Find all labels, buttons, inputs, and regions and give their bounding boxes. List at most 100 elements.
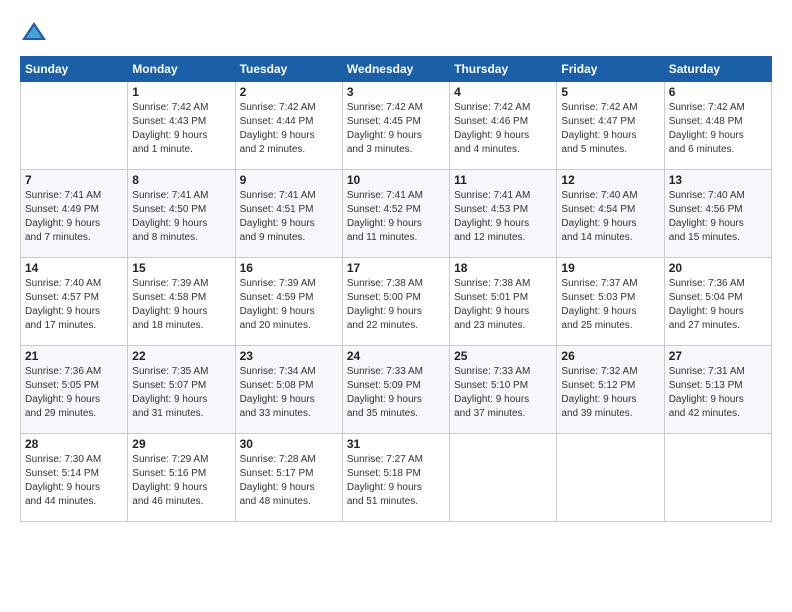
- day-info: Sunrise: 7:32 AM Sunset: 5:12 PM Dayligh…: [561, 365, 659, 421]
- day-number: 23: [240, 349, 338, 363]
- col-header-saturday: Saturday: [664, 57, 771, 82]
- day-info: Sunrise: 7:34 AM Sunset: 5:08 PM Dayligh…: [240, 365, 338, 421]
- calendar-cell: 31 Sunrise: 7:27 AM Sunset: 5:18 PM Dayli…: [342, 434, 449, 522]
- calendar-cell: 21Sunrise: 7:36 AM Sunset: 5:05 PM Dayli…: [21, 346, 128, 434]
- calendar-cell: 22 Sunrise: 7:35 AM Sunset: 5:07 PM Dayli…: [128, 346, 235, 434]
- day-number: 27: [669, 349, 767, 363]
- calendar-cell: 6 Sunrise: 7:42 AM Sunset: 4:48 PM Daylig…: [664, 82, 771, 170]
- day-info: Sunrise: 7:30 AM Sunset: 5:14 PM Dayligh…: [25, 453, 123, 509]
- calendar-cell: 20 Sunrise: 7:36 AM Sunset: 5:04 PM Dayli…: [664, 258, 771, 346]
- calendar-cell: 10 Sunrise: 7:41 AM Sunset: 4:52 PM Dayli…: [342, 170, 449, 258]
- day-info: Sunrise: 7:41 AM Sunset: 4:49 PM Dayligh…: [25, 189, 123, 245]
- day-number: 3: [347, 85, 445, 99]
- day-info: Sunrise: 7:38 AM Sunset: 5:01 PM Dayligh…: [454, 277, 552, 333]
- day-info: Sunrise: 7:29 AM Sunset: 5:16 PM Dayligh…: [132, 453, 230, 509]
- col-header-friday: Friday: [557, 57, 664, 82]
- calendar-header-row: SundayMondayTuesdayWednesdayThursdayFrid…: [21, 57, 772, 82]
- day-info: Sunrise: 7:41 AM Sunset: 4:53 PM Dayligh…: [454, 189, 552, 245]
- day-info: Sunrise: 7:37 AM Sunset: 5:03 PM Dayligh…: [561, 277, 659, 333]
- header: [20, 18, 772, 46]
- day-info: Sunrise: 7:42 AM Sunset: 4:47 PM Dayligh…: [561, 101, 659, 157]
- calendar-cell: 23 Sunrise: 7:34 AM Sunset: 5:08 PM Dayli…: [235, 346, 342, 434]
- day-number: 5: [561, 85, 659, 99]
- day-info: Sunrise: 7:28 AM Sunset: 5:17 PM Dayligh…: [240, 453, 338, 509]
- logo: [20, 18, 52, 46]
- week-row-4: 21Sunrise: 7:36 AM Sunset: 5:05 PM Dayli…: [21, 346, 772, 434]
- day-number: 24: [347, 349, 445, 363]
- day-number: 2: [240, 85, 338, 99]
- day-number: 11: [454, 173, 552, 187]
- calendar-cell: [450, 434, 557, 522]
- col-header-wednesday: Wednesday: [342, 57, 449, 82]
- day-info: Sunrise: 7:42 AM Sunset: 4:48 PM Dayligh…: [669, 101, 767, 157]
- day-info: Sunrise: 7:39 AM Sunset: 4:59 PM Dayligh…: [240, 277, 338, 333]
- calendar-cell: 18 Sunrise: 7:38 AM Sunset: 5:01 PM Dayli…: [450, 258, 557, 346]
- calendar-cell: 7 Sunrise: 7:41 AM Sunset: 4:49 PM Daylig…: [21, 170, 128, 258]
- day-number: 20: [669, 261, 767, 275]
- day-number: 4: [454, 85, 552, 99]
- calendar-cell: 16 Sunrise: 7:39 AM Sunset: 4:59 PM Dayli…: [235, 258, 342, 346]
- day-info: Sunrise: 7:40 AM Sunset: 4:56 PM Dayligh…: [669, 189, 767, 245]
- day-number: 31: [347, 437, 445, 451]
- day-info: Sunrise: 7:35 AM Sunset: 5:07 PM Dayligh…: [132, 365, 230, 421]
- calendar-cell: [664, 434, 771, 522]
- day-info: Sunrise: 7:40 AM Sunset: 4:57 PM Dayligh…: [25, 277, 123, 333]
- day-number: 12: [561, 173, 659, 187]
- day-info: Sunrise: 7:27 AM Sunset: 5:18 PM Dayligh…: [347, 453, 445, 509]
- day-number: 18: [454, 261, 552, 275]
- calendar-cell: 13 Sunrise: 7:40 AM Sunset: 4:56 PM Dayli…: [664, 170, 771, 258]
- day-info: Sunrise: 7:40 AM Sunset: 4:54 PM Dayligh…: [561, 189, 659, 245]
- day-info: Sunrise: 7:41 AM Sunset: 4:51 PM Dayligh…: [240, 189, 338, 245]
- page: SundayMondayTuesdayWednesdayThursdayFrid…: [0, 0, 792, 612]
- day-info: Sunrise: 7:31 AM Sunset: 5:13 PM Dayligh…: [669, 365, 767, 421]
- calendar-cell: 27 Sunrise: 7:31 AM Sunset: 5:13 PM Dayli…: [664, 346, 771, 434]
- day-number: 7: [25, 173, 123, 187]
- day-number: 13: [669, 173, 767, 187]
- day-number: 10: [347, 173, 445, 187]
- day-info: Sunrise: 7:36 AM Sunset: 5:05 PM Dayligh…: [25, 365, 123, 421]
- day-info: Sunrise: 7:42 AM Sunset: 4:44 PM Dayligh…: [240, 101, 338, 157]
- day-number: 25: [454, 349, 552, 363]
- day-number: 8: [132, 173, 230, 187]
- day-number: 29: [132, 437, 230, 451]
- day-number: 26: [561, 349, 659, 363]
- day-info: Sunrise: 7:41 AM Sunset: 4:50 PM Dayligh…: [132, 189, 230, 245]
- logo-icon: [20, 18, 48, 46]
- day-number: 14: [25, 261, 123, 275]
- calendar-cell: 1 Sunrise: 7:42 AM Sunset: 4:43 PM Daylig…: [128, 82, 235, 170]
- col-header-monday: Monday: [128, 57, 235, 82]
- calendar-cell: 15 Sunrise: 7:39 AM Sunset: 4:58 PM Dayli…: [128, 258, 235, 346]
- calendar-cell: 5 Sunrise: 7:42 AM Sunset: 4:47 PM Daylig…: [557, 82, 664, 170]
- day-number: 17: [347, 261, 445, 275]
- week-row-1: 1 Sunrise: 7:42 AM Sunset: 4:43 PM Daylig…: [21, 82, 772, 170]
- day-info: Sunrise: 7:41 AM Sunset: 4:52 PM Dayligh…: [347, 189, 445, 245]
- day-number: 9: [240, 173, 338, 187]
- day-number: 15: [132, 261, 230, 275]
- week-row-2: 7 Sunrise: 7:41 AM Sunset: 4:49 PM Daylig…: [21, 170, 772, 258]
- calendar-cell: 30Sunrise: 7:28 AM Sunset: 5:17 PM Dayli…: [235, 434, 342, 522]
- day-info: Sunrise: 7:39 AM Sunset: 4:58 PM Dayligh…: [132, 277, 230, 333]
- col-header-sunday: Sunday: [21, 57, 128, 82]
- calendar-cell: 8 Sunrise: 7:41 AM Sunset: 4:50 PM Daylig…: [128, 170, 235, 258]
- day-number: 22: [132, 349, 230, 363]
- week-row-5: 28Sunrise: 7:30 AM Sunset: 5:14 PM Dayli…: [21, 434, 772, 522]
- calendar-cell: 4 Sunrise: 7:42 AM Sunset: 4:46 PM Daylig…: [450, 82, 557, 170]
- calendar-cell: 11 Sunrise: 7:41 AM Sunset: 4:53 PM Dayli…: [450, 170, 557, 258]
- calendar-cell: 24Sunrise: 7:33 AM Sunset: 5:09 PM Dayli…: [342, 346, 449, 434]
- calendar-cell: [21, 82, 128, 170]
- calendar-cell: 28Sunrise: 7:30 AM Sunset: 5:14 PM Dayli…: [21, 434, 128, 522]
- calendar: SundayMondayTuesdayWednesdayThursdayFrid…: [20, 56, 772, 522]
- day-number: 16: [240, 261, 338, 275]
- col-header-thursday: Thursday: [450, 57, 557, 82]
- day-number: 6: [669, 85, 767, 99]
- week-row-3: 14 Sunrise: 7:40 AM Sunset: 4:57 PM Dayli…: [21, 258, 772, 346]
- day-info: Sunrise: 7:42 AM Sunset: 4:46 PM Dayligh…: [454, 101, 552, 157]
- calendar-cell: 2 Sunrise: 7:42 AM Sunset: 4:44 PM Daylig…: [235, 82, 342, 170]
- day-info: Sunrise: 7:42 AM Sunset: 4:43 PM Dayligh…: [132, 101, 230, 157]
- day-info: Sunrise: 7:33 AM Sunset: 5:10 PM Dayligh…: [454, 365, 552, 421]
- day-number: 1: [132, 85, 230, 99]
- day-info: Sunrise: 7:36 AM Sunset: 5:04 PM Dayligh…: [669, 277, 767, 333]
- day-info: Sunrise: 7:38 AM Sunset: 5:00 PM Dayligh…: [347, 277, 445, 333]
- calendar-cell: [557, 434, 664, 522]
- calendar-cell: 9 Sunrise: 7:41 AM Sunset: 4:51 PM Daylig…: [235, 170, 342, 258]
